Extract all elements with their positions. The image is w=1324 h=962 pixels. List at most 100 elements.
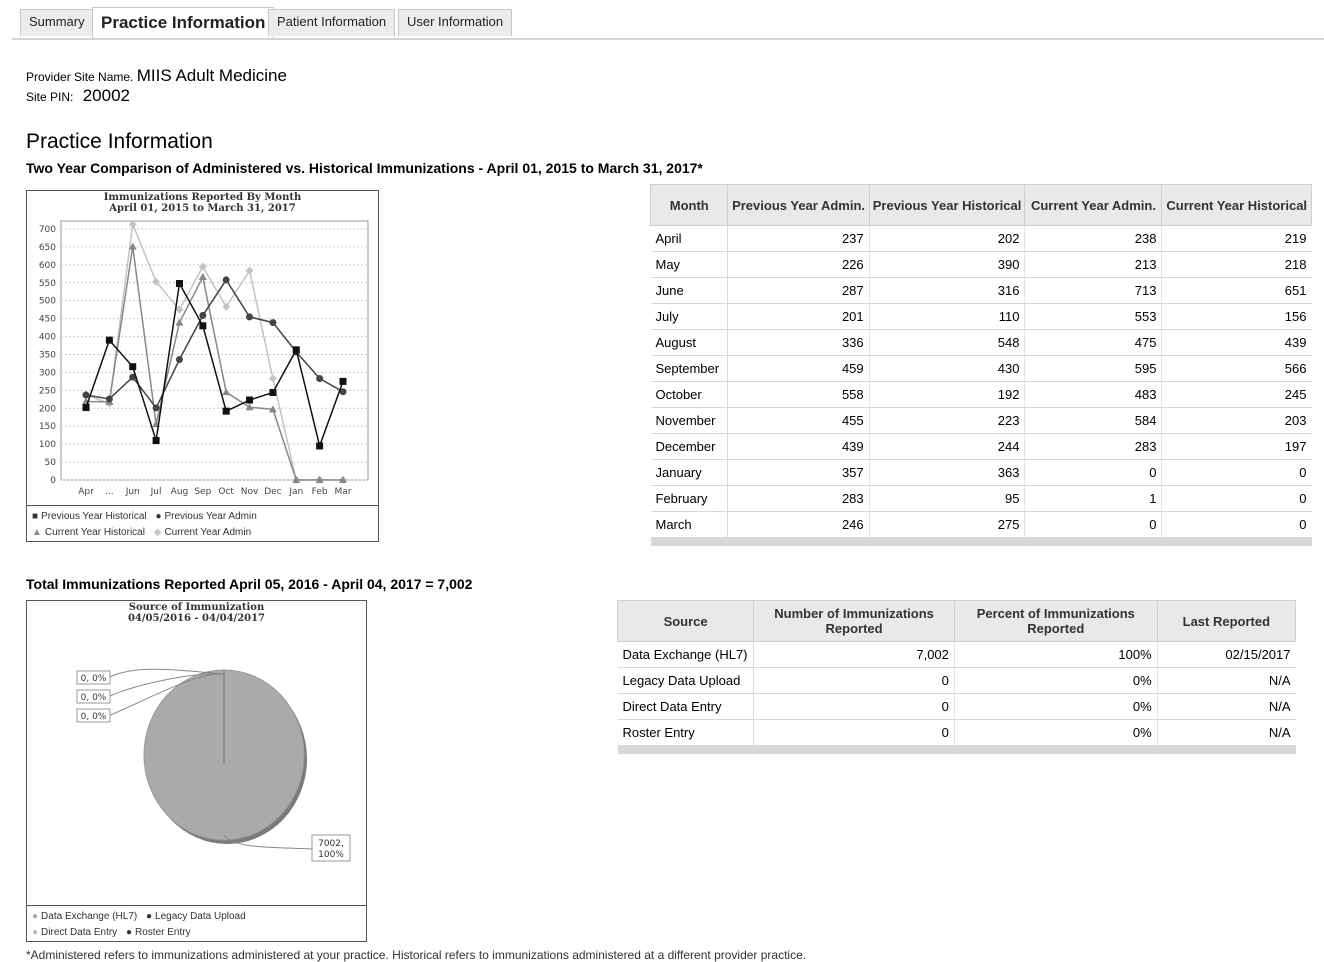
table-cell: November (650, 407, 729, 434)
table-cell: December (650, 433, 729, 460)
legend-label: Current Year Historical (44, 527, 145, 538)
square-marker-icon: ■ (32, 511, 39, 522)
x-tick-label: Nov (241, 487, 259, 497)
data-point (175, 280, 183, 288)
y-tick-label: 150 (39, 422, 56, 432)
table-cell: 363 (868, 459, 1025, 486)
table-cell: 238 (1024, 225, 1162, 252)
legend-item-data-exchange: ● Data Exchange (HL7) (32, 911, 137, 922)
tab-patient-information[interactable]: Patient Information (268, 9, 396, 36)
table-cell: March (650, 511, 729, 538)
x-tick-label: Mar (335, 487, 352, 497)
slice-label: 0, 0% (81, 693, 107, 703)
total-immunizations-title: Total Immunizations Reported April 05, 2… (26, 576, 473, 592)
x-tick-label: ... (105, 487, 114, 497)
table-row: Data Exchange (HL7) 7,002 100% 02/15/2017 (617, 641, 1296, 668)
table-cell: 246 (727, 511, 870, 538)
x-tick-label: Sep (194, 487, 211, 497)
table-cell: 439 (1161, 329, 1312, 356)
table-cell: 357 (727, 459, 870, 486)
table-row: Direct Data Entry 0 0% N/A (617, 693, 1296, 720)
table-cell: 584 (1024, 407, 1162, 434)
table-cell: 439 (727, 433, 870, 460)
month-table-column-header: Previous Year Admin. (727, 184, 870, 226)
table-cell: 0 (1161, 511, 1312, 538)
circle-marker-icon: ● (125, 927, 133, 938)
data-point (246, 396, 254, 404)
tab-summary[interactable]: Summary (20, 9, 94, 36)
table-cell: 275 (868, 511, 1025, 538)
month-table-column-header: Current Year Historical (1161, 184, 1312, 226)
data-point (269, 389, 277, 397)
x-tick-label: Oct (218, 487, 234, 497)
month-table-column-header: Month (649, 184, 729, 226)
table-cell: 316 (868, 277, 1025, 304)
legend-label: Current Year Admin (164, 527, 252, 538)
tab-user-information[interactable]: User Information (398, 9, 513, 36)
table-cell: 0 (1024, 459, 1162, 486)
table-cell: August (650, 329, 729, 356)
table-cell: May (650, 251, 729, 278)
y-tick-label: 450 (39, 315, 56, 325)
line-chart-legend: ■ Previous Year Historical ● Previous Year… (27, 505, 378, 541)
table-cell: 483 (1024, 381, 1162, 408)
source-table-column-header: Last Reported (1156, 600, 1297, 642)
table-cell: N/A (1156, 667, 1296, 694)
table-row: Roster Entry 0 0% N/A (617, 719, 1296, 746)
tab-practice-information[interactable]: Practice Information (92, 7, 275, 38)
site-pin-value: 20002 (82, 86, 130, 105)
table-cell: 100% (953, 641, 1158, 668)
table-cell: Data Exchange (HL7) (617, 641, 755, 668)
table-row: October 558 192 483 245 (650, 381, 1312, 408)
x-tick-label: Jun (125, 487, 140, 497)
data-point (292, 346, 300, 354)
table-cell: 287 (727, 277, 870, 304)
table-cell: 219 (1161, 225, 1312, 252)
table-cell: 245 (1161, 381, 1312, 408)
table-cell: 0% (953, 667, 1158, 694)
data-point (82, 404, 90, 412)
table-row: June 287 316 713 651 (650, 277, 1312, 304)
table-cell: 651 (1161, 277, 1312, 304)
table-row: May 226 390 213 218 (650, 251, 1312, 278)
data-point (246, 313, 254, 321)
data-point (269, 319, 277, 327)
source-table-column-header: Number of Immunizations Reported (753, 600, 955, 642)
triangle-marker-icon: ▲ (32, 527, 42, 538)
table-header-row: Month Previous Year Admin. Previous Year H… (649, 184, 1312, 226)
table-cell: 0 (753, 693, 955, 720)
data-point (82, 391, 90, 399)
data-point (222, 407, 230, 415)
table-footer-bar (650, 537, 1312, 546)
table-cell: 390 (868, 251, 1025, 278)
table-cell: Legacy Data Upload (617, 667, 755, 694)
y-tick-label: 0 (50, 476, 56, 486)
y-tick-label: 650 (39, 243, 56, 253)
data-point (199, 311, 207, 319)
y-tick-label: 350 (39, 351, 56, 361)
table-cell: 201 (727, 303, 870, 330)
table-row: Legacy Data Upload 0 0% N/A (617, 667, 1296, 694)
table-cell: July (650, 303, 729, 330)
legend-label: Previous Year Historical (41, 511, 147, 522)
table-cell: 548 (868, 329, 1025, 356)
page-title: Practice Information (26, 130, 213, 153)
data-point (105, 395, 113, 403)
table-cell: 95 (868, 485, 1025, 512)
table-row: January 357 363 0 0 (650, 459, 1312, 486)
legend-label: Legacy Data Upload (155, 911, 246, 922)
table-cell: 223 (868, 407, 1025, 434)
table-cell: 595 (1024, 355, 1162, 382)
table-cell: 237 (727, 225, 870, 252)
table-cell: 203 (1161, 407, 1312, 434)
table-row: March 246 275 0 0 (650, 511, 1312, 538)
table-cell: 1 (1024, 485, 1162, 512)
table-cell: 0 (753, 719, 955, 746)
table-cell: 218 (1161, 251, 1312, 278)
data-point (152, 437, 160, 445)
data-point (339, 377, 347, 385)
tab-bar: Summary Practice Information Patient Inf… (12, 7, 1324, 40)
legend-label: Direct Data Entry (41, 927, 118, 938)
table-cell: 192 (868, 381, 1025, 408)
data-point (175, 356, 183, 364)
